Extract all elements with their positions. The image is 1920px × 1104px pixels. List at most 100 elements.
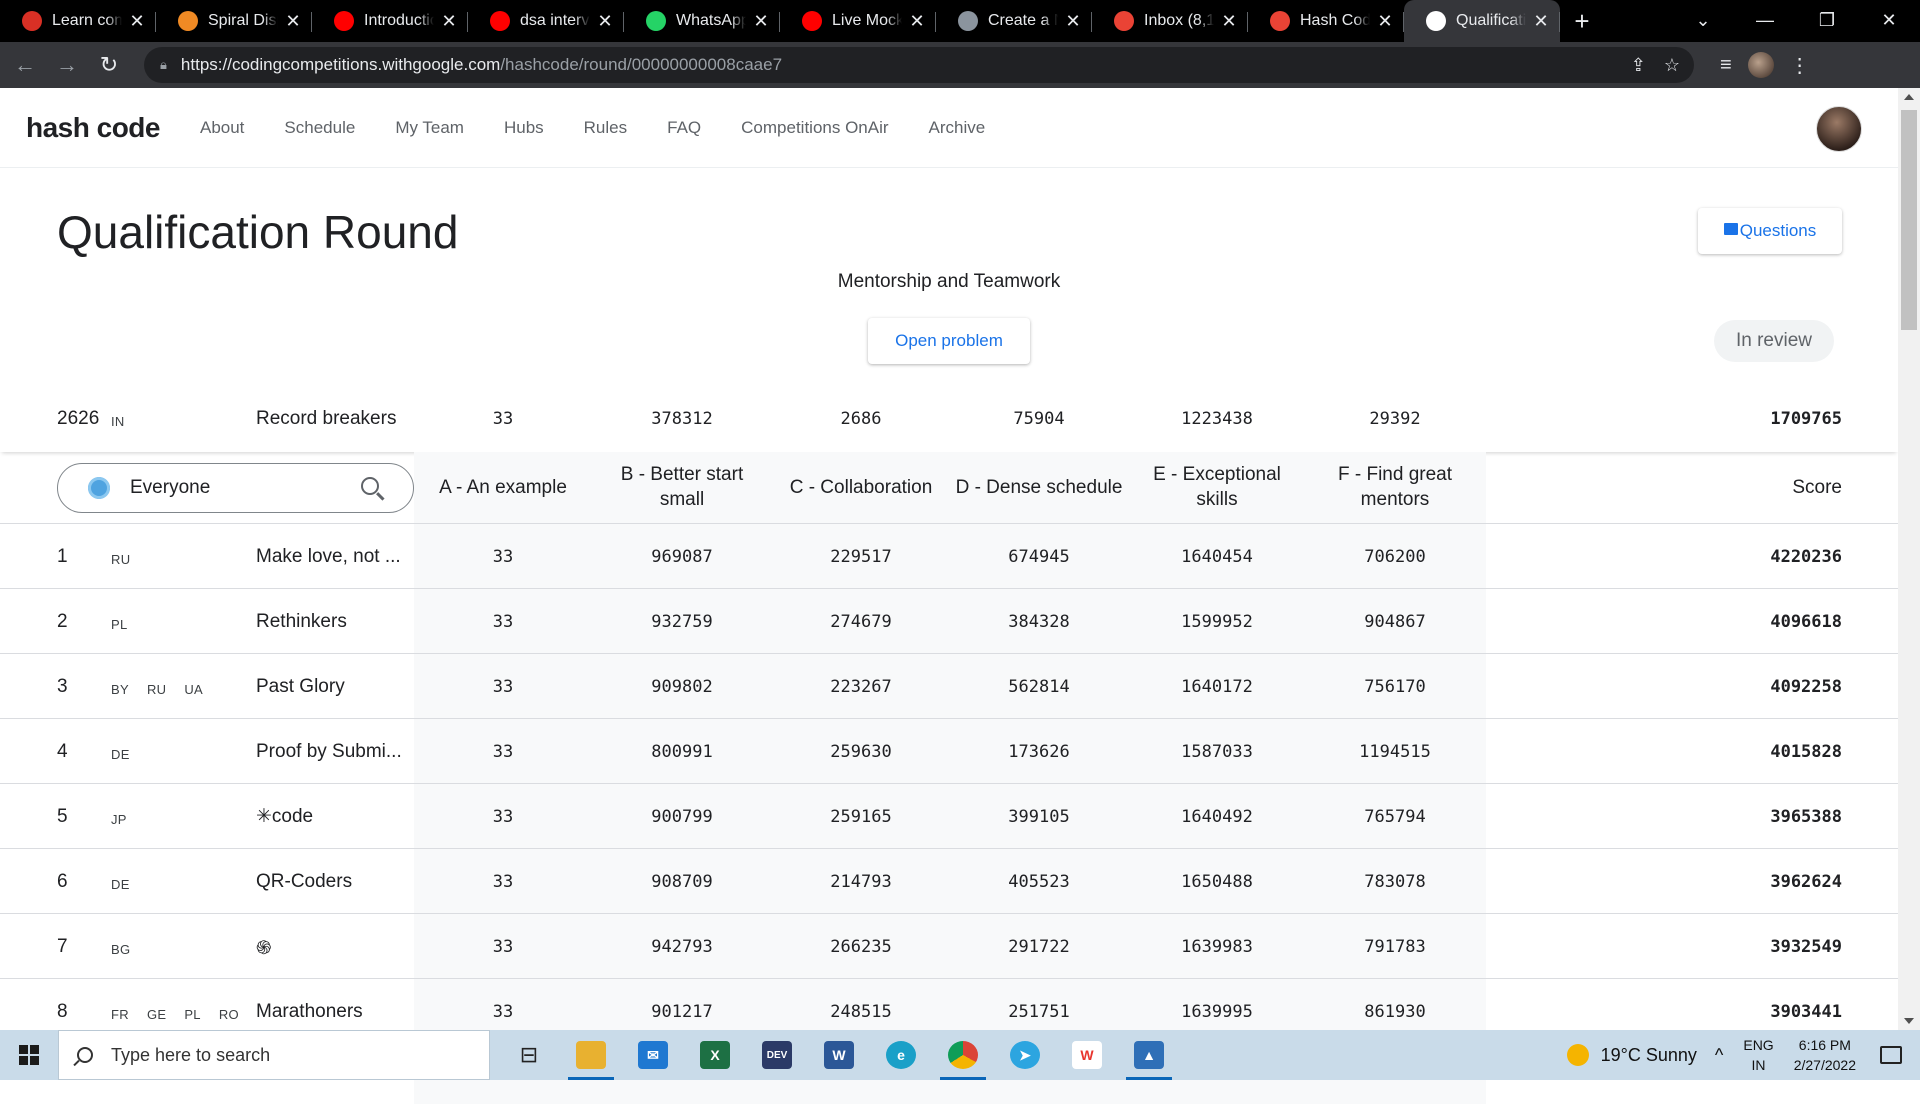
total-score: 3932549 bbox=[1770, 936, 1842, 957]
dev-icon[interactable]: DEV bbox=[746, 1030, 808, 1080]
restore-button[interactable]: ❐ bbox=[1796, 0, 1858, 42]
tab-divider bbox=[1559, 12, 1560, 32]
my-score-d: 75904 bbox=[1013, 408, 1065, 429]
score-cell: 223267 bbox=[830, 676, 892, 697]
close-tab-icon[interactable]: ✕ bbox=[1532, 11, 1550, 32]
rank-cell: 3 bbox=[57, 675, 68, 697]
page-scrollbar[interactable] bbox=[1898, 88, 1920, 1030]
close-tab-icon[interactable]: ✕ bbox=[128, 11, 146, 32]
team-name[interactable]: Rethinkers bbox=[256, 589, 416, 654]
close-tab-icon[interactable]: ✕ bbox=[1376, 11, 1394, 32]
forward-icon[interactable]: → bbox=[50, 52, 84, 78]
word-icon[interactable]: W bbox=[808, 1030, 870, 1080]
site-logo[interactable]: hash code bbox=[26, 112, 160, 144]
team-name[interactable]: Make love, not ... bbox=[256, 524, 416, 589]
browser-tab[interactable]: Spiral Display ✕ bbox=[156, 0, 312, 42]
minimize-button[interactable]: — bbox=[1734, 0, 1796, 42]
address-bar[interactable]: 🔒︎ https://codingcompetitions.withgoogle… bbox=[144, 47, 1694, 83]
scroll-down-arrow[interactable] bbox=[1904, 1018, 1914, 1024]
browser-tab[interactable]: dsa interview ✕ bbox=[468, 0, 624, 42]
nav-archive[interactable]: Archive bbox=[929, 118, 986, 138]
table-row: 5 JP ✳code 33 900799 259165 399105 1640492 76579… bbox=[0, 784, 1898, 849]
country-code: JP bbox=[111, 812, 127, 827]
excel-icon[interactable]: X bbox=[684, 1030, 746, 1080]
close-tab-icon[interactable]: ✕ bbox=[440, 11, 458, 32]
scroll-thumb[interactable] bbox=[1901, 110, 1917, 330]
column-header-e: E - Exceptional skills bbox=[1153, 464, 1281, 510]
country-filter-search[interactable]: Everyone bbox=[57, 463, 414, 513]
mail-icon[interactable]: ✉ bbox=[622, 1030, 684, 1080]
country-code: BY bbox=[111, 682, 129, 697]
browser-tab[interactable]: Introduction ✕ bbox=[312, 0, 468, 42]
file-explorer-icon[interactable] bbox=[560, 1030, 622, 1080]
close-tab-icon[interactable]: ✕ bbox=[908, 11, 926, 32]
column-header-score: Score bbox=[1792, 477, 1842, 498]
browser-tab[interactable]: Live Mock Interview ✕ bbox=[780, 0, 936, 42]
team-name[interactable]: Past Glory bbox=[256, 654, 416, 719]
task-view-icon[interactable]: ⊟ bbox=[498, 1030, 560, 1080]
close-tab-icon[interactable]: ✕ bbox=[752, 11, 770, 32]
browser-tab[interactable]: Create a New ✕ bbox=[936, 0, 1092, 42]
clock[interactable]: 6:16 PM 2/27/2022 bbox=[1794, 1035, 1856, 1075]
nav-rules[interactable]: Rules bbox=[584, 118, 627, 138]
team-name[interactable]: ֍ bbox=[256, 914, 416, 979]
close-tab-icon[interactable]: ✕ bbox=[1064, 11, 1082, 32]
close-tab-icon[interactable]: ✕ bbox=[596, 11, 614, 32]
nav-competitions-onair[interactable]: Competitions OnAir bbox=[741, 118, 888, 138]
browser-tab[interactable]: Inbox (8,134) ✕ bbox=[1092, 0, 1248, 42]
nav-schedule[interactable]: Schedule bbox=[284, 118, 355, 138]
user-avatar[interactable] bbox=[1816, 106, 1862, 152]
bookmark-star-icon[interactable]: ☆ bbox=[1664, 55, 1680, 76]
tab-search-icon[interactable]: ⌄ bbox=[1672, 0, 1734, 42]
notifications-icon[interactable] bbox=[1880, 1046, 1902, 1064]
profile-avatar[interactable] bbox=[1747, 52, 1774, 78]
photos-icon[interactable]: ▲ bbox=[1118, 1030, 1180, 1080]
close-tab-icon[interactable]: ✕ bbox=[284, 11, 302, 32]
weather-widget[interactable]: 19°C Sunny bbox=[1566, 1044, 1697, 1066]
share-icon[interactable]: ⇪ bbox=[1631, 55, 1646, 76]
browser-tab[interactable]: Learn competitive ✕ bbox=[0, 0, 156, 42]
rank-cell: 5 bbox=[57, 805, 68, 827]
start-button[interactable] bbox=[0, 1030, 58, 1080]
browser-tab[interactable]: Hash Code ✕ bbox=[1248, 0, 1404, 42]
close-window-button[interactable]: ✕ bbox=[1858, 0, 1920, 42]
questions-button[interactable]: Questions bbox=[1698, 208, 1842, 254]
score-cell: 904867 bbox=[1364, 611, 1426, 632]
weather-text: 19°C Sunny bbox=[1600, 1044, 1697, 1065]
wps-icon[interactable]: W bbox=[1056, 1030, 1118, 1080]
language-indicator[interactable]: ENG IN bbox=[1743, 1035, 1773, 1075]
column-header-a: A - An example bbox=[439, 476, 567, 498]
hidden-icons-chevron-icon[interactable]: ^ bbox=[1715, 1045, 1723, 1066]
reload-icon[interactable]: ↻ bbox=[92, 52, 126, 78]
browser-tab[interactable]: WhatsApp ✕ bbox=[624, 0, 780, 42]
score-cell: 405523 bbox=[1008, 871, 1070, 892]
score-cell: 399105 bbox=[1008, 806, 1070, 827]
browser-tab[interactable]: Qualification ✕ bbox=[1404, 0, 1560, 42]
nav-my-team[interactable]: My Team bbox=[395, 118, 464, 138]
team-name[interactable]: Proof by Submi... bbox=[256, 719, 416, 784]
back-icon[interactable]: ← bbox=[8, 52, 42, 78]
open-problem-button[interactable]: Open problem bbox=[868, 318, 1030, 364]
close-tab-icon[interactable]: ✕ bbox=[1220, 11, 1238, 32]
chrome-icon[interactable] bbox=[932, 1030, 994, 1080]
team-name[interactable]: QR-Coders bbox=[256, 849, 416, 914]
lock-icon[interactable]: 🔒︎ bbox=[160, 57, 167, 73]
nav-faq[interactable]: FAQ bbox=[667, 118, 701, 138]
edge-icon[interactable]: e bbox=[870, 1030, 932, 1080]
browser-menu-icon[interactable]: ⋮ bbox=[1790, 53, 1810, 78]
my-score-c: 2686 bbox=[840, 408, 882, 429]
nav-about[interactable]: About bbox=[200, 118, 244, 138]
media-control-icon[interactable]: ≡ bbox=[1720, 54, 1732, 77]
scroll-up-arrow[interactable] bbox=[1904, 94, 1914, 100]
nav-hubs[interactable]: Hubs bbox=[504, 118, 544, 138]
telegram-icon[interactable]: ➤ bbox=[994, 1030, 1056, 1080]
taskbar-search[interactable]: Type here to search bbox=[58, 1030, 490, 1080]
code-icon bbox=[22, 11, 42, 31]
my-team-name[interactable]: Record breakers bbox=[256, 390, 416, 447]
table-row: 1 RU Make love, not ... 33 969087 229517 67494… bbox=[0, 524, 1898, 589]
country-code: GE bbox=[146, 1007, 167, 1022]
window-controls: ⌄ — ❐ ✕ bbox=[1672, 0, 1920, 42]
team-name[interactable]: ✳code bbox=[256, 784, 416, 849]
new-tab-button[interactable]: + bbox=[1560, 6, 1604, 37]
search-icon[interactable] bbox=[361, 477, 379, 495]
